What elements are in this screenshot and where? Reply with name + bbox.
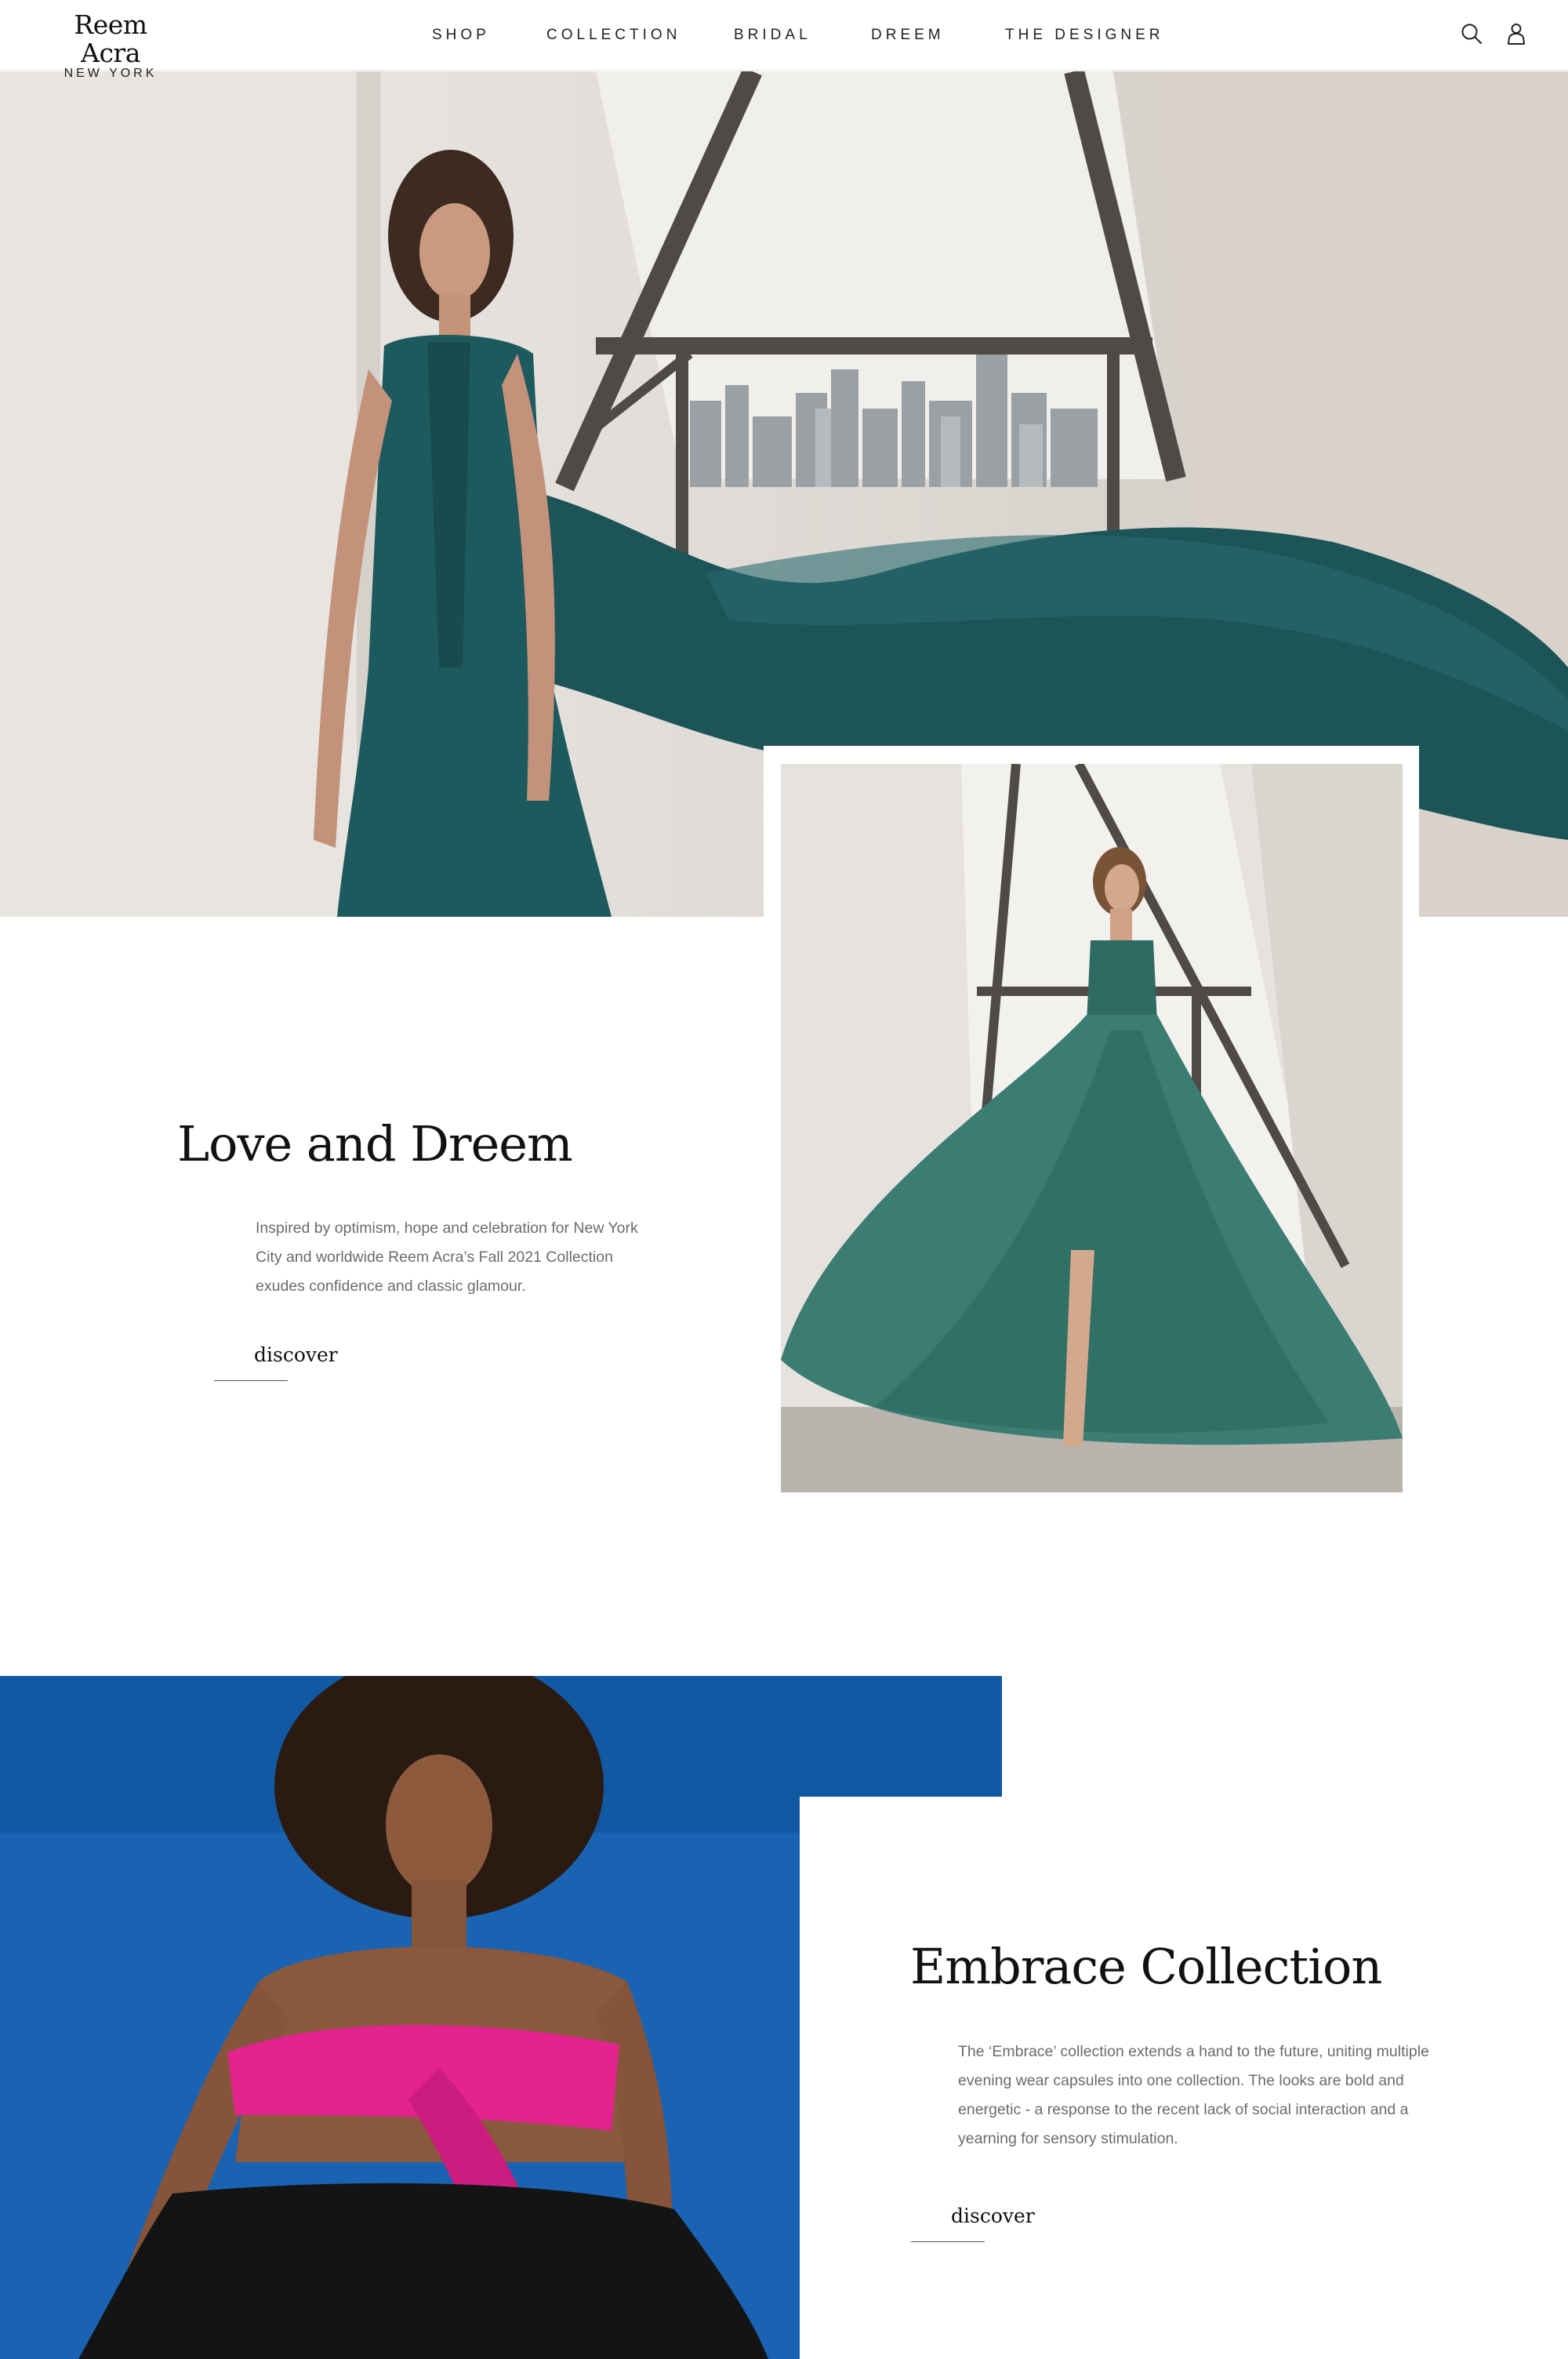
discover-underline bbox=[911, 2241, 985, 2242]
nav-item-shop[interactable]: SHOP bbox=[432, 27, 490, 44]
nav-item-collection[interactable]: COLLECTION bbox=[546, 27, 681, 44]
discover-underline bbox=[214, 1380, 288, 1381]
section-title-love-and-dreem: Love and Dreem bbox=[177, 1115, 573, 1172]
nav-item-bridal[interactable]: BRIDAL bbox=[734, 27, 811, 44]
main-nav: SHOP COLLECTION BRIDAL DREEM THE DESIGNE… bbox=[0, 27, 1568, 45]
discover-link-embrace-collection[interactable]: discover bbox=[951, 2205, 1035, 2227]
brand-location: NEW YORK bbox=[64, 67, 158, 80]
brand-logo[interactable]: Reem Acra NEW YORK bbox=[44, 11, 177, 82]
inset-photo-tulle-gown[interactable] bbox=[781, 764, 1403, 1492]
account-icon[interactable] bbox=[1504, 22, 1528, 45]
section-description-embrace-collection: The ‘Embrace’ collection extends a hand … bbox=[958, 2043, 1429, 2147]
section-title-embrace-collection: Embrace Collection bbox=[910, 1938, 1382, 1995]
nav-item-the-designer[interactable]: THE DESIGNER bbox=[1005, 27, 1164, 44]
inset-illustration bbox=[781, 764, 1403, 1492]
search-icon[interactable] bbox=[1460, 22, 1483, 45]
discover-link-love-and-dreem[interactable]: discover bbox=[254, 1343, 338, 1366]
section-description-love-and-dreem: Inspired by optimism, hope and celebrati… bbox=[256, 1219, 638, 1295]
site-header: Reem Acra NEW YORK SHOP COLLECTION BRIDA… bbox=[0, 0, 1568, 80]
nav-item-dreem[interactable]: DREEM bbox=[871, 27, 945, 44]
